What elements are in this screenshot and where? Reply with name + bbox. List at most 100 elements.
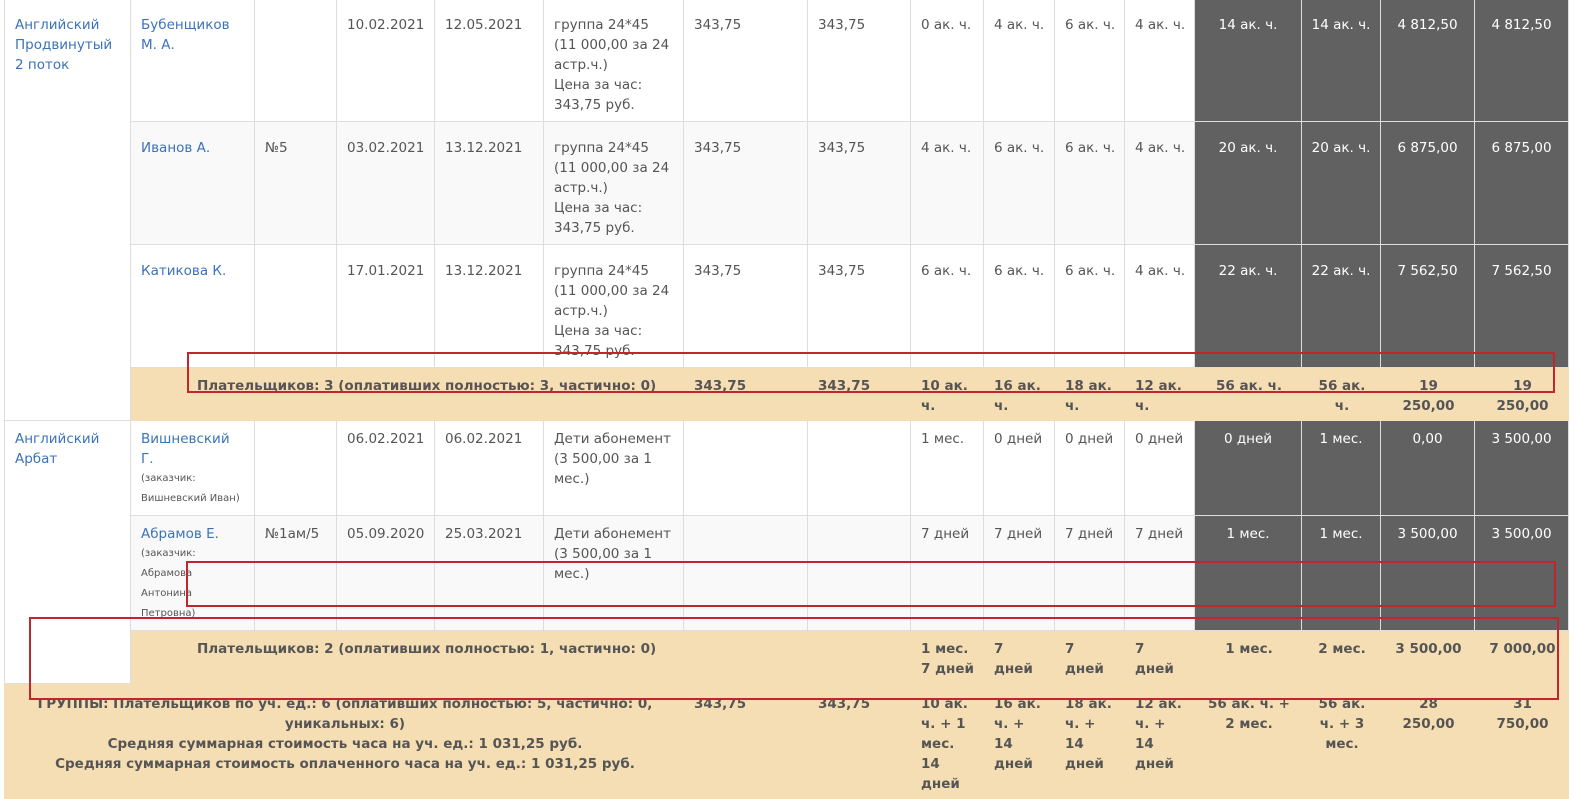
student-link[interactable]: Катикова К. <box>141 263 226 279</box>
total-month: 12 ак. ч. + 14 дней <box>1124 683 1195 799</box>
month-cell: 7 дней <box>1124 515 1195 631</box>
end-date-cell: 06.02.2021 <box>434 420 544 516</box>
total-price: 343,75 <box>683 683 808 799</box>
end-date-cell: 13.12.2021 <box>434 244 544 368</box>
tariff-name: группа 24*45 <box>554 140 649 156</box>
price-cell: 343,75 <box>683 121 808 245</box>
price-cell <box>807 515 911 631</box>
group-name-cell: Английский Продвинутый 2 поток <box>4 0 131 421</box>
price-cell <box>683 515 808 631</box>
month-cell: 6 ак. ч. <box>910 244 984 368</box>
group-link[interactable]: Английский Продвинутый 2 поток <box>15 17 112 73</box>
tariff-cell: группа 24*45 (11 000,00 за 24 астр.ч.) Цен… <box>543 121 684 245</box>
month-cell: 6 ак. ч. <box>1054 244 1125 368</box>
total-hours-cell: 22 ак. ч. <box>1194 244 1302 368</box>
table-row: Иванов А. №5 03.02.2021 13.12.2021 групп… <box>5 121 1569 245</box>
total-month: 10 ак. ч. + 1 мес. 14 дней <box>910 683 984 799</box>
summary-label: Плательщиков: 2 (оплативших полностью: 1… <box>130 630 684 684</box>
student-link[interactable]: Вишневский Г. <box>141 431 230 467</box>
tariff-cell: группа 24*45 (11 000,00 за 24 астр.ч.) Цен… <box>543 244 684 368</box>
month-cell: 6 ак. ч. <box>983 121 1055 245</box>
price-cell: 343,75 <box>807 244 911 368</box>
start-date-cell: 17.01.2021 <box>336 244 435 368</box>
total-paid-hours: 56 ак. ч. + 3 мес. <box>1301 683 1381 799</box>
student-link[interactable]: Бубенщиков М. А. <box>141 17 230 53</box>
table-row: Английский Арбат Вишневский Г. (заказчик:… <box>4 420 1569 684</box>
tariff-hour-price: Цена за час: 343,75 руб. <box>554 200 643 236</box>
month-cell: 4 ак. ч. <box>1124 121 1195 245</box>
table-row: Абрамов Е. (заказчик: Абрамова Антонина П… <box>5 515 1569 631</box>
summary-label: Плательщиков: 3 (оплативших полностью: 3… <box>130 367 684 421</box>
customer-note: (заказчик: Вишневский Иван) <box>141 473 240 504</box>
tariff-hour-price: Цена за час: 343,75 руб. <box>554 77 643 113</box>
total-hours-cell: 14 ак. ч. <box>1194 0 1302 122</box>
month-cell: 6 ак. ч. <box>983 244 1055 368</box>
contract-cell <box>254 0 337 122</box>
paid-sum-cell: 7 562,50 <box>1474 244 1569 368</box>
end-date-cell: 12.05.2021 <box>434 0 544 122</box>
sum-cell: 7 562,50 <box>1380 244 1475 368</box>
price-cell: 343,75 <box>807 121 911 245</box>
total-total-hours: 56 ак. ч. + 2 мес. <box>1194 683 1302 799</box>
month-cell: 7 дней <box>910 515 984 631</box>
month-cell: 7 дней <box>983 515 1055 631</box>
month-cell: 6 ак. ч. <box>1054 0 1125 122</box>
month-cell: 4 ак. ч. <box>1124 0 1195 122</box>
paid-hours-cell: 1 мес. <box>1301 420 1381 516</box>
tariff-hour-price: Цена за час: 343,75 руб. <box>554 323 643 359</box>
price-cell: 343,75 <box>683 244 808 368</box>
summary-month: 7 дней <box>1054 630 1125 684</box>
tariff-cell: Дети абонемент (3 500,00 за 1 мес.) <box>543 515 684 631</box>
total-line-payers: ГРУППЫ: Плательщиков по уч. ед.: 6 (опла… <box>37 696 653 732</box>
paid-hours-cell: 14 ак. ч. <box>1301 0 1381 122</box>
student-link[interactable]: Иванов А. <box>141 140 210 156</box>
month-cell: 1 мес. <box>910 420 984 516</box>
paid-sum-cell: 6 875,00 <box>1474 121 1569 245</box>
tariff-price: (11 000,00 за 24 астр.ч.) <box>554 160 670 196</box>
total-hours-cell: 0 дней <box>1194 420 1302 516</box>
sum-cell: 0,00 <box>1380 420 1475 516</box>
summary-price <box>807 630 911 684</box>
total-line-avg-paid-hour: Средняя суммарная стоимость оплаченного … <box>55 756 635 772</box>
tariff-cell: группа 24*45 (11 000,00 за 24 астр.ч.) Цен… <box>543 0 684 122</box>
month-cell: 0 дней <box>1124 420 1195 516</box>
grand-total-label: ГРУППЫ: Плательщиков по уч. ед.: 6 (опла… <box>4 683 684 799</box>
total-paid-sum: 31 750,00 <box>1474 683 1569 799</box>
customer-note: (заказчик: Абрамова Антонина Петровна) <box>141 548 196 619</box>
student-link[interactable]: Абрамов Е. <box>141 526 219 542</box>
table-row: Английский Продвинутый 2 поток Бубенщико… <box>4 0 1569 421</box>
summary-month: 16 ак. ч. <box>983 367 1055 421</box>
contract-cell: №1ам/5 <box>254 515 337 631</box>
total-hours-cell: 20 ак. ч. <box>1194 121 1302 245</box>
price-cell: 343,75 <box>683 0 808 122</box>
total-hours-cell: 1 мес. <box>1194 515 1302 631</box>
start-date-cell: 10.02.2021 <box>336 0 435 122</box>
summary-month: 10 ак. ч. <box>910 367 984 421</box>
month-cell: 6 ак. ч. <box>1054 121 1125 245</box>
price-cell <box>683 420 808 516</box>
summary-sum: 19 250,00 <box>1380 367 1475 421</box>
tariff-name: Дети абонемент <box>554 526 671 542</box>
summary-month: 7 дней <box>983 630 1055 684</box>
tariff-price: (11 000,00 за 24 астр.ч.) <box>554 37 670 73</box>
contract-cell <box>254 244 337 368</box>
summary-price: 343,75 <box>807 367 911 421</box>
summary-total-hours: 56 ак. ч. <box>1194 367 1302 421</box>
summary-month: 1 мес. 7 дней <box>910 630 984 684</box>
start-date-cell: 06.02.2021 <box>336 420 435 516</box>
tariff-price: (3 500,00 за 1 мес.) <box>554 451 653 487</box>
tariff-cell: Дети абонемент (3 500,00 за 1 мес.) <box>543 420 684 516</box>
report-table: Английский Продвинутый 2 поток Бубенщико… <box>4 0 1569 799</box>
price-cell <box>807 420 911 516</box>
grand-total-row: ГРУППЫ: Плательщиков по уч. ед.: 6 (опла… <box>4 683 1569 799</box>
table-row: Катикова К. 17.01.2021 13.12.2021 группа… <box>5 244 1569 368</box>
summary-total-hours: 1 мес. <box>1194 630 1302 684</box>
group-link[interactable]: Английский Арбат <box>15 431 99 467</box>
contract-cell: №5 <box>254 121 337 245</box>
total-month: 16 ак. ч. + 14 дней <box>983 683 1055 799</box>
tariff-name: группа 24*45 <box>554 263 649 279</box>
paid-hours-cell: 20 ак. ч. <box>1301 121 1381 245</box>
start-date-cell: 03.02.2021 <box>336 121 435 245</box>
paid-sum-cell: 4 812,50 <box>1474 0 1569 122</box>
paid-hours-cell: 22 ак. ч. <box>1301 244 1381 368</box>
